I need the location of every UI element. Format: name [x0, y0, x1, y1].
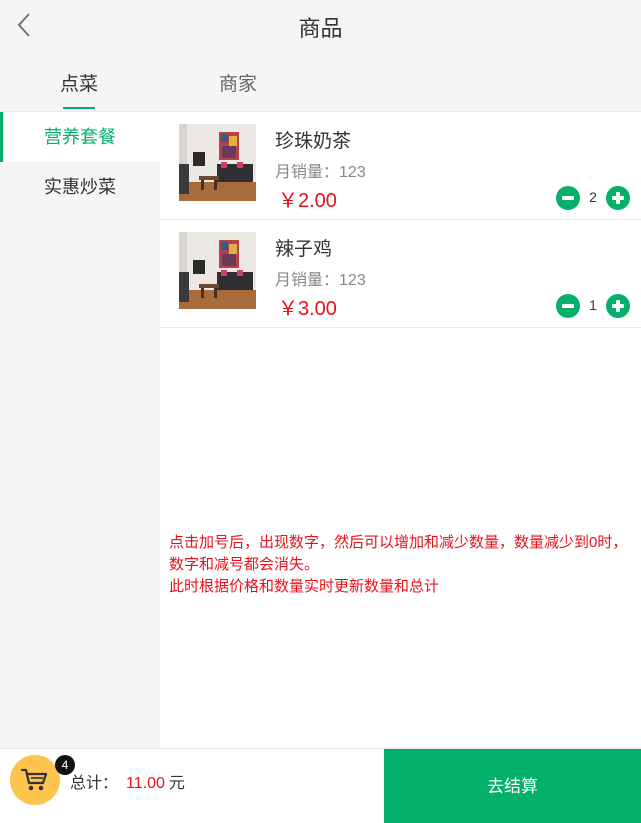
tab-active-indicator: [63, 107, 95, 109]
shopping-cart-icon: [21, 768, 48, 791]
product-item[interactable]: 珍珠奶茶 月销量：123 ￥2.00 2: [160, 112, 641, 220]
cart-button[interactable]: 4: [10, 755, 75, 805]
product-price: ￥2.00: [278, 190, 337, 212]
note-line: 此时根据价格和数量实时更新数量和总计: [169, 578, 440, 595]
total-summary: 总计： 11.00 元: [70, 769, 185, 793]
total-unit: 元: [168, 775, 185, 792]
sidebar-item-stir-fry[interactable]: 实惠炒菜: [0, 162, 160, 212]
sidebar-item-nutrition-set[interactable]: 营养套餐: [0, 112, 160, 162]
total-label: 总计：: [70, 775, 119, 792]
sales-label: 月销量：: [275, 164, 340, 181]
product-price: ￥3.00: [278, 298, 337, 320]
sales-value: 123: [339, 272, 366, 289]
note-line: 点击加号后，出现数字，然后可以增加和减少数量，数量减少到0时，数字和减号都会消失…: [169, 534, 628, 573]
total-amount: 11.00: [126, 775, 165, 792]
tab-merchant[interactable]: 商家: [219, 69, 257, 96]
product-list: 珍珠奶茶 月销量：123 ￥2.00 2 辣子鸡 月销量：123 ￥3.00 1: [160, 112, 641, 328]
quantity-stepper: 2: [556, 186, 630, 210]
decrease-button[interactable]: [556, 294, 580, 318]
increase-button[interactable]: [606, 186, 630, 210]
instruction-note: 点击加号后，出现数字，然后可以增加和减少数量，数量减少到0时，数字和减号都会消失…: [169, 532, 635, 598]
product-item[interactable]: 辣子鸡 月销量：123 ￥3.00 1: [160, 220, 641, 328]
quantity-value: 2: [589, 189, 597, 205]
product-name: 珍珠奶茶: [275, 131, 352, 152]
product-sales: 月销量：123: [275, 158, 366, 182]
product-name: 辣子鸡: [275, 239, 333, 260]
tab-bar: 点菜 商家: [0, 52, 641, 112]
header-bar: 商品: [0, 0, 641, 52]
cart-footer: 4 总计： 11.00 元 去结算: [0, 748, 641, 823]
quantity-value: 1: [589, 297, 597, 313]
quantity-stepper: 1: [556, 294, 630, 318]
decrease-button[interactable]: [556, 186, 580, 210]
sales-label: 月销量：: [275, 272, 340, 289]
product-image: [179, 124, 256, 201]
sales-value: 123: [339, 164, 366, 181]
checkout-button[interactable]: 去结算: [384, 749, 641, 823]
category-sidebar: 营养套餐 实惠炒菜: [0, 112, 160, 748]
tab-order[interactable]: 点菜: [60, 69, 98, 96]
page-title: 商品: [298, 16, 343, 41]
product-image: [179, 232, 256, 309]
increase-button[interactable]: [606, 294, 630, 318]
product-sales: 月销量：123: [275, 266, 366, 290]
